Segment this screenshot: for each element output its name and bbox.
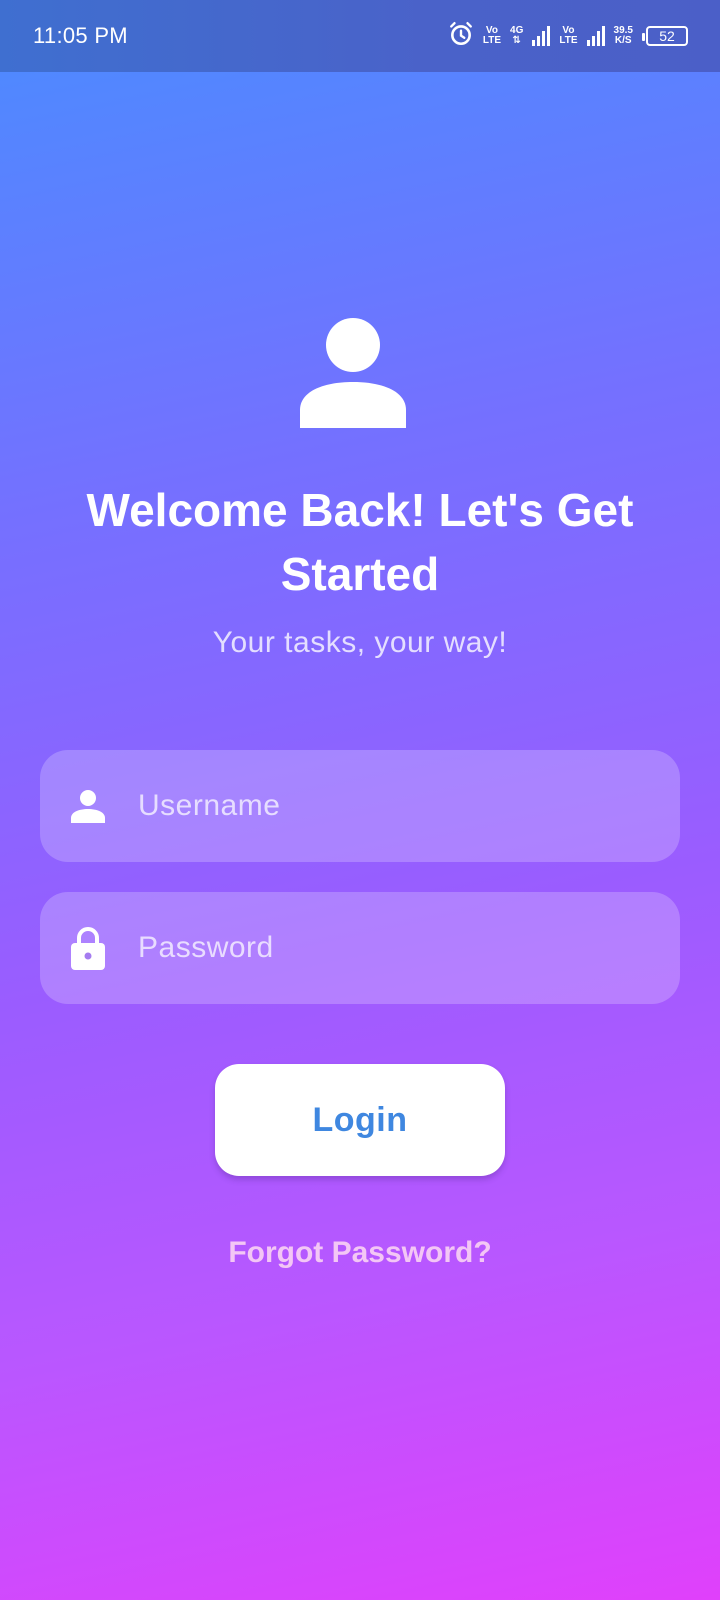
signal-icon-2: [586, 26, 605, 46]
login-button[interactable]: Login: [215, 1064, 505, 1176]
status-icons: Vo LTE 4G ⇅ Vo LTE 39.5 K/S 52: [448, 21, 688, 52]
network-speed: 39.5 K/S: [613, 25, 633, 46]
password-input[interactable]: [138, 931, 658, 965]
volte-indicator-1: Vo LTE: [482, 25, 502, 46]
volte-indicator-2: Vo LTE: [559, 25, 578, 46]
battery-icon: 52: [642, 26, 688, 46]
status-bar: 11:05 PM Vo LTE 4G ⇅ Vo LTE 39.5 K/S 52: [0, 0, 720, 72]
page-subtitle: Your tasks, your way!: [212, 626, 508, 659]
status-time: 11:05 PM: [33, 23, 128, 48]
person-icon: [300, 318, 410, 428]
person-icon: [70, 784, 106, 828]
page-title: Welcome Back! Let's Get Started: [86, 484, 634, 600]
password-field[interactable]: [40, 892, 680, 1004]
network-type: 4G ⇅: [510, 25, 524, 46]
forgot-password-link[interactable]: Forgot Password?: [0, 1236, 720, 1270]
battery-level: 52: [659, 28, 675, 44]
lock-icon: [70, 926, 106, 970]
signal-icon: [532, 26, 551, 46]
username-input[interactable]: [138, 789, 658, 823]
username-field[interactable]: [40, 750, 680, 862]
alarm-icon: [448, 21, 474, 52]
